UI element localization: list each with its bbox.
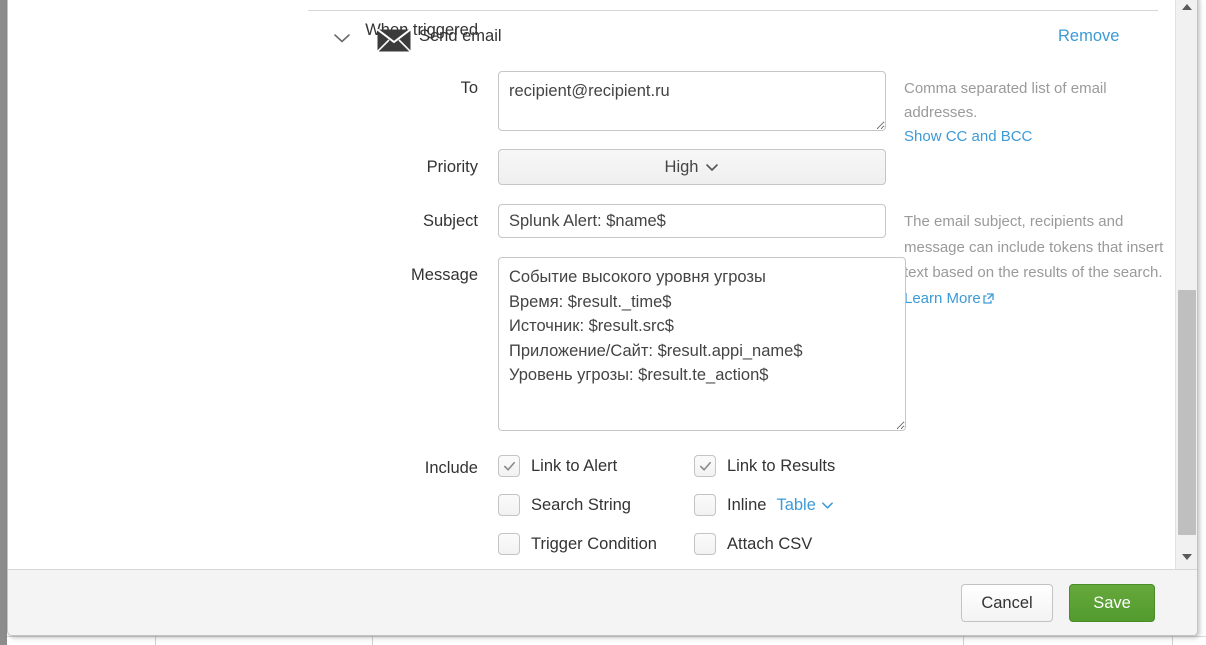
checkbox-label: Search String bbox=[531, 496, 631, 515]
message-field-help-text: The email subject, recipients and messag… bbox=[904, 209, 1166, 311]
triangle-down-icon bbox=[1181, 553, 1193, 561]
message-input[interactable] bbox=[498, 257, 906, 431]
remove-action-link[interactable]: Remove bbox=[1058, 27, 1119, 46]
dialog-scroll-area: When triggered Send email Remove bbox=[8, 0, 1197, 569]
cancel-button[interactable]: Cancel bbox=[961, 584, 1053, 622]
checkbox-label: Attach CSV bbox=[727, 535, 812, 554]
priority-selected-value: High bbox=[665, 158, 699, 177]
checkbox-search-string[interactable]: Search String bbox=[498, 494, 631, 516]
checkbox-inline[interactable]: Inline Table bbox=[694, 494, 834, 516]
checkbox-label: Trigger Condition bbox=[531, 535, 657, 554]
subject-input[interactable] bbox=[498, 204, 886, 238]
check-icon bbox=[698, 459, 713, 474]
include-field-label: Include bbox=[8, 459, 478, 478]
scrollbar-thumb[interactable] bbox=[1178, 290, 1196, 535]
scroll-down-button[interactable] bbox=[1176, 546, 1197, 568]
to-field-label: To bbox=[8, 79, 478, 98]
learn-more-label: Learn More bbox=[904, 290, 981, 307]
triangle-up-icon bbox=[1181, 3, 1193, 11]
include-row: Link to Alert Link to Results bbox=[498, 455, 918, 494]
chevron-down-icon[interactable] bbox=[331, 31, 353, 45]
subject-field-label: Subject bbox=[8, 212, 478, 231]
scroll-up-button[interactable] bbox=[1176, 0, 1197, 18]
inline-format-value: Table bbox=[776, 496, 815, 515]
checkbox-box[interactable] bbox=[694, 494, 716, 516]
chevron-down-icon bbox=[821, 501, 834, 510]
external-link-icon bbox=[983, 293, 994, 304]
action-header-row: When triggered Send email Remove bbox=[8, 17, 1191, 59]
inline-format-select[interactable]: Table bbox=[776, 496, 833, 515]
dialog-footer: Cancel Save bbox=[8, 569, 1197, 635]
include-row: Trigger Condition Attach CSV bbox=[498, 533, 918, 569]
check-icon bbox=[502, 459, 517, 474]
background-tick bbox=[1172, 636, 1173, 645]
background-tick bbox=[372, 636, 373, 645]
priority-select[interactable]: High bbox=[498, 149, 886, 185]
checkbox-box[interactable] bbox=[498, 455, 520, 477]
show-cc-bcc-link[interactable]: Show CC and BCC bbox=[904, 128, 1032, 145]
checkbox-box[interactable] bbox=[694, 533, 716, 555]
checkbox-label: Inline bbox=[727, 496, 766, 515]
dialog-scrollbar[interactable] bbox=[1175, 0, 1197, 569]
chevron-down-icon bbox=[705, 163, 719, 172]
background-divider bbox=[7, 636, 1206, 637]
save-button[interactable]: Save bbox=[1069, 584, 1155, 622]
checkbox-label: Link to Alert bbox=[531, 457, 617, 476]
section-divider bbox=[308, 10, 1158, 11]
to-field-help-text: Comma separated list of email addresses.… bbox=[904, 77, 1162, 149]
include-checkbox-group: Link to Alert Link to Results bbox=[498, 455, 918, 569]
edit-alert-action-dialog: When triggered Send email Remove bbox=[7, 0, 1198, 636]
checkbox-link-to-alert[interactable]: Link to Alert bbox=[498, 455, 617, 477]
action-name-label: Send email bbox=[419, 27, 502, 46]
message-field-label: Message bbox=[8, 266, 478, 285]
checkbox-trigger-condition[interactable]: Trigger Condition bbox=[498, 533, 657, 555]
checkbox-attach-csv[interactable]: Attach CSV bbox=[694, 533, 812, 555]
learn-more-link[interactable]: Learn More bbox=[904, 290, 994, 307]
checkbox-box[interactable] bbox=[498, 494, 520, 516]
include-row: Search String Inline Table bbox=[498, 494, 918, 533]
checkbox-box[interactable] bbox=[498, 533, 520, 555]
checkbox-label: Link to Results bbox=[727, 457, 835, 476]
left-edge-strip bbox=[0, 0, 7, 645]
priority-field-label: Priority bbox=[8, 158, 478, 177]
message-help-text: The email subject, recipients and messag… bbox=[904, 213, 1163, 281]
to-input[interactable] bbox=[498, 71, 886, 131]
checkbox-link-to-results[interactable]: Link to Results bbox=[694, 455, 835, 477]
envelope-icon bbox=[377, 29, 411, 52]
alert-action-form: When triggered Send email Remove bbox=[8, 0, 1191, 569]
checkbox-box[interactable] bbox=[694, 455, 716, 477]
to-help-text: Comma separated list of email addresses. bbox=[904, 80, 1107, 121]
